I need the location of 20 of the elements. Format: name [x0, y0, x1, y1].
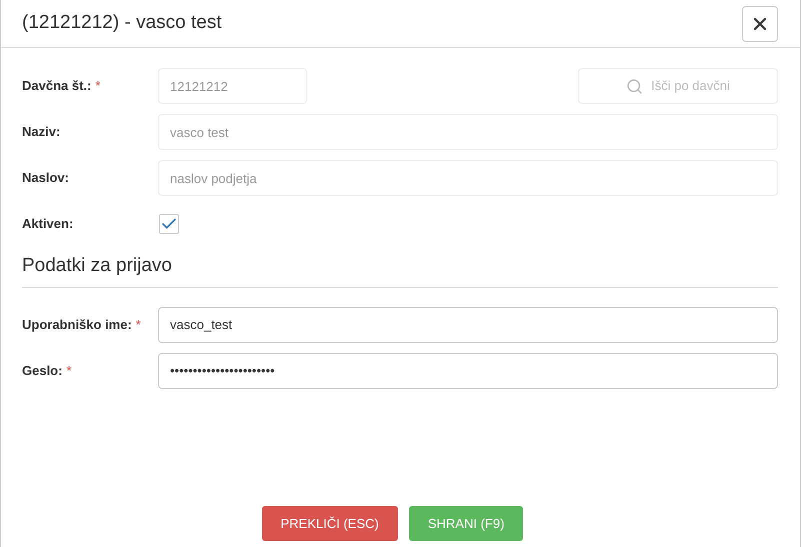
checkbox[interactable]	[159, 214, 179, 234]
save-button[interactable]: SHRANI (F9)	[408, 506, 524, 541]
search-field[interactable]: Išči po davčni	[578, 68, 778, 104]
section-heading: Podatki za prijavo	[22, 255, 172, 276]
field-label: Uporabniško ime:	[22, 316, 132, 334]
input-field[interactable]: vasco_test	[158, 306, 778, 342]
close-button[interactable]	[742, 6, 778, 42]
field-label: Naslov:	[22, 169, 69, 188]
dialog-title: (12121212) - vasco test	[22, 11, 222, 36]
field-label: Davčna št.:	[22, 77, 92, 96]
field-label: Aktiven:	[22, 215, 74, 234]
required-mark: *	[95, 77, 100, 96]
required-mark: *	[136, 316, 141, 334]
field-label: Naziv:	[22, 123, 60, 142]
required-mark: *	[66, 362, 72, 380]
field-label: Geslo:	[22, 362, 62, 380]
search-icon	[626, 78, 644, 94]
input-field[interactable]: •••••••••••••••••••••••	[158, 352, 778, 388]
cancel-button[interactable]: PREKLIČI (ESC)	[262, 506, 398, 541]
search-placeholder: Išči po davčni	[651, 77, 730, 96]
